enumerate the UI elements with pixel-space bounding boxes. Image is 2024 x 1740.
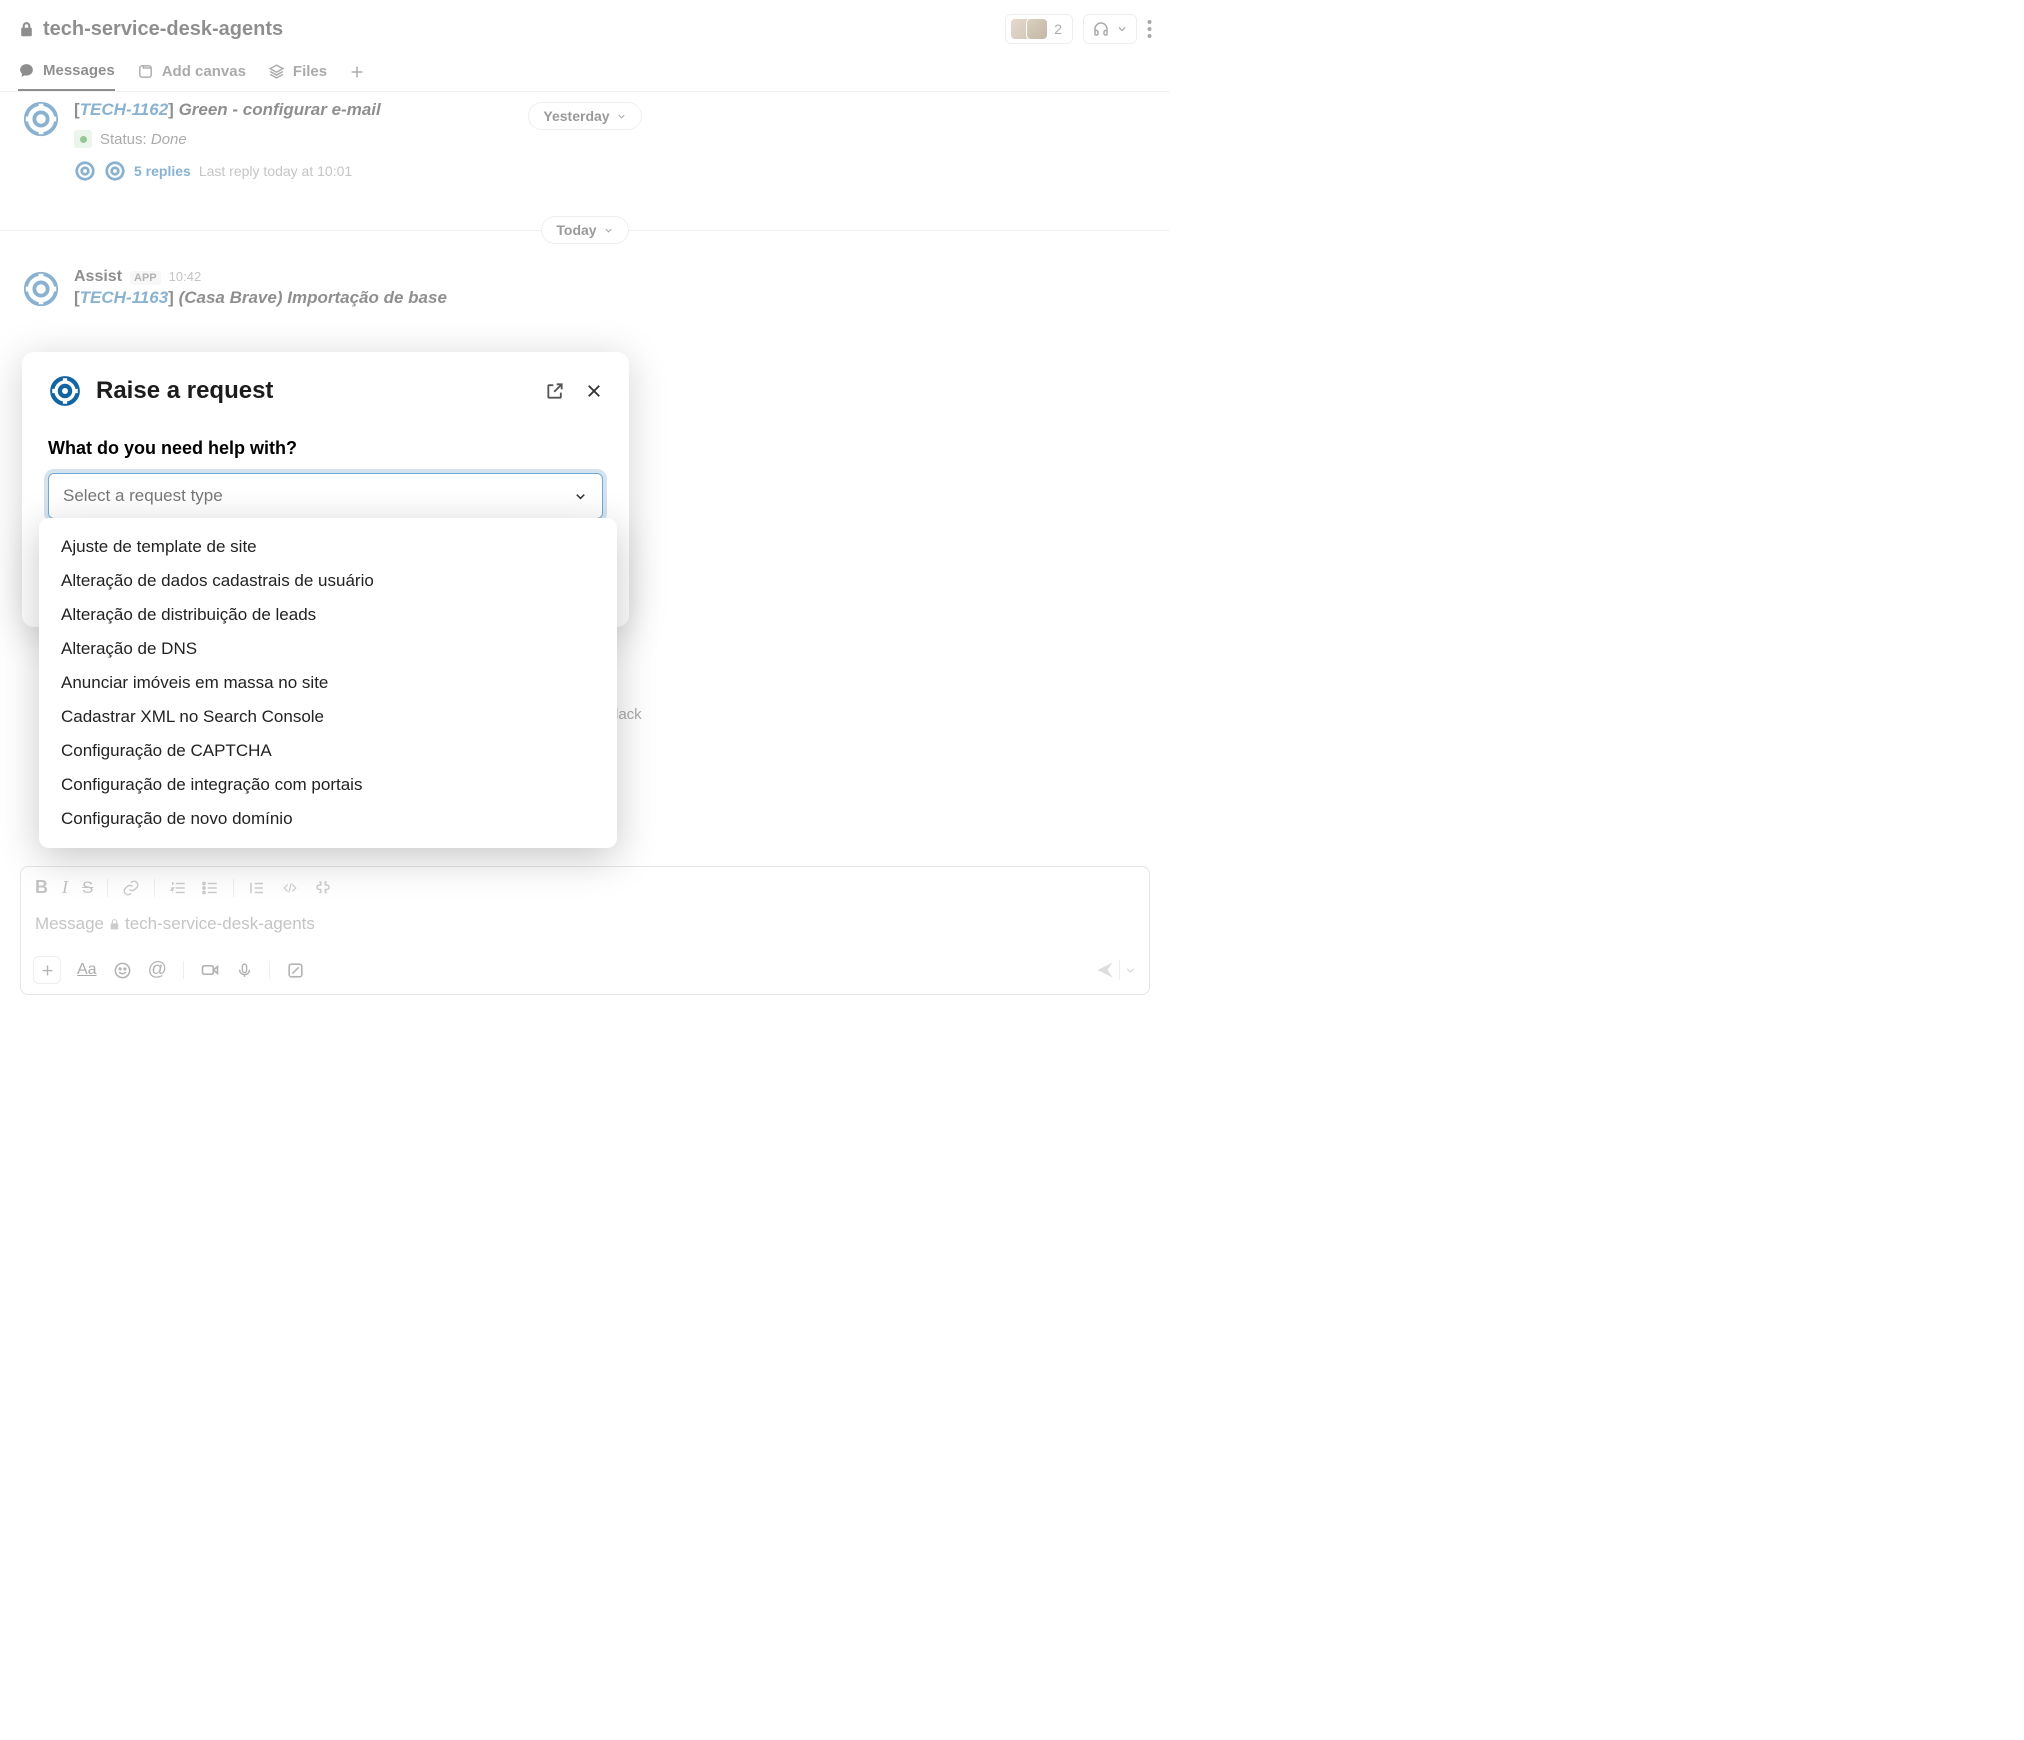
message: Assist APP 10:42 [TECH-1163] (Casa Brave… xyxy=(0,262,1170,316)
lock-icon xyxy=(108,918,121,931)
request-type-dropdown: Ajuste de template de site Alteração de … xyxy=(39,518,617,848)
chevron-down-icon xyxy=(603,225,614,236)
message-list: [TECH-1162] Green - configurar e-mail St… xyxy=(0,92,1170,316)
composer-placeholder-channel: tech-service-desk-agents xyxy=(125,914,315,934)
blockquote-icon[interactable] xyxy=(248,879,266,897)
headphones-icon xyxy=(1092,20,1110,38)
date-label: Yesterday xyxy=(543,108,609,124)
link-icon[interactable] xyxy=(122,879,140,897)
app-badge: APP xyxy=(130,271,161,285)
avatar xyxy=(1026,18,1048,40)
date-label: Today xyxy=(556,222,596,238)
assist-avatar-icon xyxy=(22,270,60,308)
chevron-down-icon xyxy=(573,489,588,504)
plus-icon xyxy=(40,963,55,978)
modal-title: Raise a request xyxy=(96,377,273,405)
composer-placeholder-prefix: Message xyxy=(35,914,104,934)
code-icon[interactable] xyxy=(280,881,300,895)
dropdown-option[interactable]: Configuração de CAPTCHA xyxy=(39,734,617,768)
message-subject: (Casa Brave) Importação de base xyxy=(179,288,447,307)
mention-button[interactable]: @ xyxy=(148,959,167,981)
assist-mini-icon xyxy=(104,160,126,182)
more-actions-button[interactable] xyxy=(1147,19,1152,39)
assist-mini-icon xyxy=(74,160,96,182)
ordered-list-icon[interactable] xyxy=(169,879,187,897)
mic-icon[interactable] xyxy=(236,962,253,979)
message-author[interactable]: Assist xyxy=(74,268,122,286)
format-toolbar: B I S xyxy=(21,867,1149,908)
strikethrough-button[interactable]: S xyxy=(82,878,93,898)
status-indicator xyxy=(74,130,92,148)
send-icon[interactable] xyxy=(1095,960,1115,980)
dropdown-option[interactable]: Ajuste de template de site xyxy=(39,530,617,564)
tab-label: Add canvas xyxy=(162,63,246,80)
dropdown-option[interactable]: Cadastrar XML no Search Console xyxy=(39,700,617,734)
assist-avatar-icon xyxy=(22,100,60,138)
lock-icon xyxy=(18,21,35,38)
shortcut-icon[interactable] xyxy=(286,961,305,980)
channel-tabs: Messages Add canvas Files xyxy=(0,48,1170,92)
dropdown-option[interactable]: Alteração de distribuição de leads xyxy=(39,598,617,632)
canvas-icon xyxy=(137,63,154,80)
reply-count[interactable]: 5 replies xyxy=(134,163,191,179)
close-modal-button[interactable] xyxy=(585,382,603,400)
status-label: Status: xyxy=(100,131,147,148)
chevron-down-icon xyxy=(1116,23,1128,35)
channel-header: tech-service-desk-agents 2 xyxy=(0,0,1170,48)
tab-files[interactable]: Files xyxy=(268,63,327,90)
chevron-down-icon[interactable] xyxy=(1124,964,1137,977)
members-count: 2 xyxy=(1054,21,1062,37)
plus-icon xyxy=(349,64,365,80)
huddle-button[interactable] xyxy=(1083,14,1137,44)
chevron-down-icon xyxy=(616,111,627,122)
add-tab-button[interactable] xyxy=(349,64,365,90)
modal-question: What do you need help with? xyxy=(48,438,603,459)
ticket-link[interactable]: TECH-1162 xyxy=(80,100,169,119)
attach-button[interactable] xyxy=(33,956,61,984)
chat-icon xyxy=(18,62,35,79)
bullet-list-icon[interactable] xyxy=(201,879,219,897)
format-toggle[interactable]: Aa xyxy=(77,961,97,979)
ticket-link[interactable]: TECH-1163 xyxy=(80,288,169,307)
video-icon[interactable] xyxy=(200,960,220,980)
channel-title[interactable]: tech-service-desk-agents xyxy=(43,18,283,41)
emoji-icon[interactable] xyxy=(113,961,132,980)
italic-button[interactable]: I xyxy=(62,877,68,898)
date-divider-today[interactable]: Today xyxy=(541,216,628,244)
date-divider-yesterday[interactable]: Yesterday xyxy=(528,102,641,130)
tab-label: Files xyxy=(293,63,327,80)
open-external-button[interactable] xyxy=(545,381,565,401)
dropdown-option[interactable]: Alteração de dados cadastrais de usuário xyxy=(39,564,617,598)
close-icon xyxy=(585,382,603,400)
codeblock-icon[interactable] xyxy=(314,879,332,897)
tab-label: Messages xyxy=(43,62,115,79)
dropdown-option[interactable]: Configuração de novo domínio xyxy=(39,802,617,836)
tab-add-canvas[interactable]: Add canvas xyxy=(137,63,246,90)
reply-meta: Last reply today at 10:01 xyxy=(199,163,352,179)
message-time: 10:42 xyxy=(169,269,202,284)
bold-button[interactable]: B xyxy=(35,877,48,898)
partial-text: lack xyxy=(615,706,642,723)
tab-messages[interactable]: Messages xyxy=(18,62,115,91)
members-button[interactable]: 2 xyxy=(1005,14,1073,44)
assist-icon xyxy=(48,374,82,408)
message-composer: B I S Message tech-service-desk-agents A… xyxy=(20,866,1150,995)
request-type-select[interactable]: Select a request type xyxy=(48,473,603,519)
select-placeholder: Select a request type xyxy=(63,486,223,506)
external-link-icon xyxy=(545,381,565,401)
message-subject: Green - configurar e-mail xyxy=(179,100,381,119)
dropdown-option[interactable]: Alteração de DNS xyxy=(39,632,617,666)
dropdown-option[interactable]: Anunciar imóveis em massa no site xyxy=(39,666,617,700)
kebab-icon xyxy=(1147,19,1152,39)
files-icon xyxy=(268,63,285,80)
dropdown-option[interactable]: Configuração de integração com portais xyxy=(39,768,617,802)
status-value: Done xyxy=(151,131,187,148)
message-input[interactable]: Message tech-service-desk-agents xyxy=(21,908,1149,948)
